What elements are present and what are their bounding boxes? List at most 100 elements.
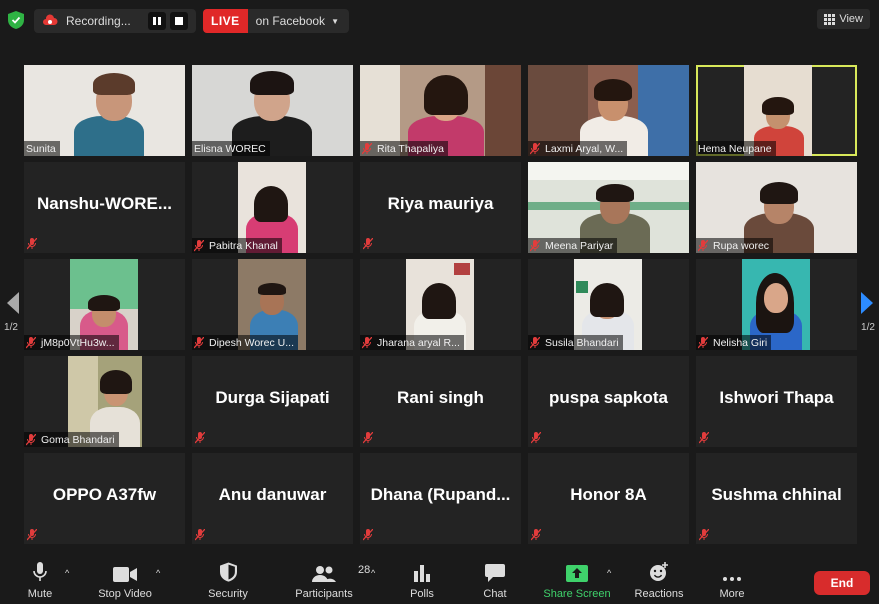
participant-tile[interactable]: OPPO A37fw <box>24 453 185 544</box>
chat-button[interactable]: Chat <box>478 556 512 604</box>
participant-tile[interactable]: Sunita <box>24 65 185 156</box>
meeting-controls-toolbar: Mute ^ Stop Video ^ Security 28 Particip… <box>0 556 879 604</box>
participant-tile[interactable]: Elisna WOREC <box>192 65 353 156</box>
participant-tile[interactable]: Laxmi Aryal, W... <box>528 65 689 156</box>
security-button[interactable]: Security <box>204 556 252 604</box>
participant-name-tag: Pabitra Khanal <box>192 238 282 253</box>
participant-tile[interactable]: Susila Bhandari <box>528 259 689 350</box>
participant-name: Sunita <box>26 142 56 155</box>
participant-tile[interactable]: Meena Pariyar <box>528 162 689 253</box>
participant-display-name: puspa sapkota <box>548 388 669 407</box>
recording-label: Recording... <box>66 14 131 28</box>
participant-name: Hema Neupane <box>698 142 772 155</box>
mic-muted-icon <box>531 529 541 541</box>
more-label: More <box>719 588 745 600</box>
participant-display-name: Nanshu-WORE... <box>36 194 173 213</box>
next-page-button[interactable]: 1/2 <box>857 260 879 346</box>
mic-muted-icon <box>530 142 540 154</box>
reactions-label: Reactions <box>634 588 684 600</box>
view-button[interactable]: View <box>817 9 870 29</box>
previous-page-button[interactable]: 1/2 <box>0 260 22 346</box>
mic-muted-icon <box>363 529 373 541</box>
end-meeting-button[interactable]: End <box>814 571 870 595</box>
participant-tile[interactable]: puspa sapkota <box>528 356 689 447</box>
participant-tile-active-speaker[interactable]: Hema Neupane <box>696 65 857 156</box>
participant-name: Dipesh Worec U... <box>209 336 294 349</box>
participant-name: Meena Pariyar <box>545 239 614 252</box>
pause-recording-button[interactable] <box>148 12 166 30</box>
mic-muted-icon <box>26 433 36 445</box>
stop-icon <box>175 17 183 25</box>
participant-display-name: OPPO A37fw <box>52 485 157 504</box>
polls-button[interactable]: Polls <box>404 556 440 604</box>
encryption-shield-icon[interactable] <box>8 11 24 29</box>
mic-muted-icon <box>698 239 708 251</box>
video-camera-icon <box>113 567 137 582</box>
participant-tile[interactable]: Pabitra Khanal <box>192 162 353 253</box>
chevron-down-icon: ▼ <box>331 16 339 26</box>
participant-name: Elisna WOREC <box>194 142 266 155</box>
participant-tile[interactable]: Anu danuwar <box>192 453 353 544</box>
participant-name: Goma Bhandari <box>41 433 115 446</box>
mic-muted-icon <box>362 142 372 154</box>
participant-name: Rupa worec <box>713 239 770 252</box>
share-options-chevron-up-icon[interactable]: ^ <box>607 568 611 578</box>
page-indicator-left: 1/2 <box>4 322 18 333</box>
participant-name: Jharana aryal R... <box>377 336 460 349</box>
participant-tile[interactable]: Riya mauriya <box>360 162 521 253</box>
chevron-left-icon <box>7 292 19 314</box>
emoji-reaction-icon <box>650 562 668 581</box>
share-screen-button[interactable]: Share Screen <box>540 556 614 604</box>
participant-name-tag: Dipesh Worec U... <box>192 335 298 350</box>
mute-button[interactable]: Mute <box>22 556 58 604</box>
mute-label: Mute <box>27 588 53 600</box>
chevron-right-icon <box>861 292 873 314</box>
participant-tile[interactable]: Rita Thapaliya <box>360 65 521 156</box>
mic-muted-icon <box>194 239 204 251</box>
stop-video-label: Stop Video <box>98 588 152 600</box>
participant-tile[interactable]: Jharana aryal R... <box>360 259 521 350</box>
stop-recording-button[interactable] <box>170 12 188 30</box>
participant-display-name: Durga Sijapati <box>215 388 330 407</box>
mic-muted-icon <box>531 432 541 444</box>
polls-label: Polls <box>410 588 434 600</box>
participant-tile[interactable]: Sushma chhinal <box>696 453 857 544</box>
participant-name-tag: Rupa worec <box>696 238 774 253</box>
mic-muted-icon <box>363 238 373 250</box>
audio-options-chevron-up-icon[interactable]: ^ <box>65 568 69 578</box>
participant-tile[interactable]: Rupa worec <box>696 162 857 253</box>
participant-tile[interactable]: Rani singh <box>360 356 521 447</box>
participant-name-tag: Susila Bhandari <box>528 335 623 350</box>
participant-tile[interactable]: Nanshu-WORE... <box>24 162 185 253</box>
security-label: Security <box>208 588 248 600</box>
stop-video-button[interactable]: Stop Video <box>92 556 158 604</box>
polls-icon <box>414 565 430 582</box>
participant-name: Rita Thapaliya <box>377 142 444 155</box>
participant-display-name: Rani singh <box>397 388 484 407</box>
participant-tile[interactable]: Durga Sijapati <box>192 356 353 447</box>
more-button[interactable]: More <box>714 556 750 604</box>
participant-tile[interactable]: Dhana (Rupand... <box>360 453 521 544</box>
participant-display-name: Honor 8A <box>570 485 647 504</box>
participant-tile[interactable]: jM8p0VtHu3w... <box>24 259 185 350</box>
pause-icon <box>153 17 161 25</box>
participant-tile[interactable]: Nelisha Giri <box>696 259 857 350</box>
reactions-button[interactable]: Reactions <box>630 556 688 604</box>
participant-tile[interactable]: Goma Bhandari <box>24 356 185 447</box>
participant-name-tag: Sunita <box>24 141 60 156</box>
live-badge: LIVE <box>203 9 248 33</box>
mic-muted-icon <box>26 336 36 348</box>
participant-display-name: Anu danuwar <box>218 485 327 504</box>
mic-muted-icon <box>699 529 709 541</box>
participant-name-tag: Laxmi Aryal, W... <box>528 141 628 156</box>
participants-button[interactable]: 28 Participants <box>292 556 370 604</box>
participant-tile[interactable]: Ishwori Thapa <box>696 356 857 447</box>
participants-options-chevron-up-icon[interactable]: ^ <box>371 568 375 578</box>
microphone-icon <box>33 562 47 581</box>
video-options-chevron-up-icon[interactable]: ^ <box>156 568 160 578</box>
live-stream-indicator[interactable]: LIVE on Facebook ▼ <box>203 9 349 33</box>
page-indicator-right: 1/2 <box>861 322 875 333</box>
participant-tile[interactable]: Honor 8A <box>528 453 689 544</box>
mic-muted-icon <box>27 529 37 541</box>
participant-tile[interactable]: Dipesh Worec U... <box>192 259 353 350</box>
